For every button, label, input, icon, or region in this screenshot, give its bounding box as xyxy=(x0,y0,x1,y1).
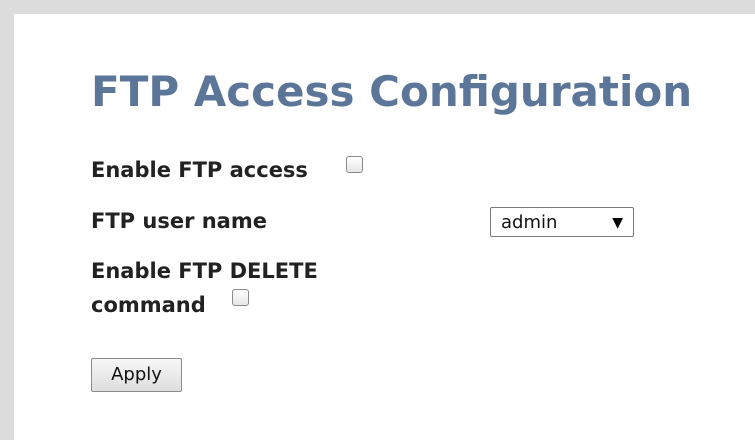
page-title: FTP Access Configuration xyxy=(91,67,693,116)
dropdown-arrow-icon: ▼ xyxy=(612,215,623,231)
apply-button[interactable]: Apply xyxy=(91,358,182,392)
enable-ftp-access-label: Enable FTP access xyxy=(91,158,308,182)
enable-ftp-delete-label-line2: command xyxy=(91,293,206,317)
ftp-user-name-value: admin xyxy=(501,212,558,233)
enable-ftp-delete-checkbox[interactable] xyxy=(232,289,249,306)
ftp-user-name-select[interactable]: admin ▼ xyxy=(490,207,634,237)
enable-ftp-delete-label-line1: Enable FTP DELETE xyxy=(91,259,318,283)
ftp-user-name-label: FTP user name xyxy=(91,209,267,233)
enable-ftp-access-checkbox[interactable] xyxy=(346,156,363,173)
ftp-config-panel: FTP Access Configuration Enable FTP acce… xyxy=(14,14,755,440)
